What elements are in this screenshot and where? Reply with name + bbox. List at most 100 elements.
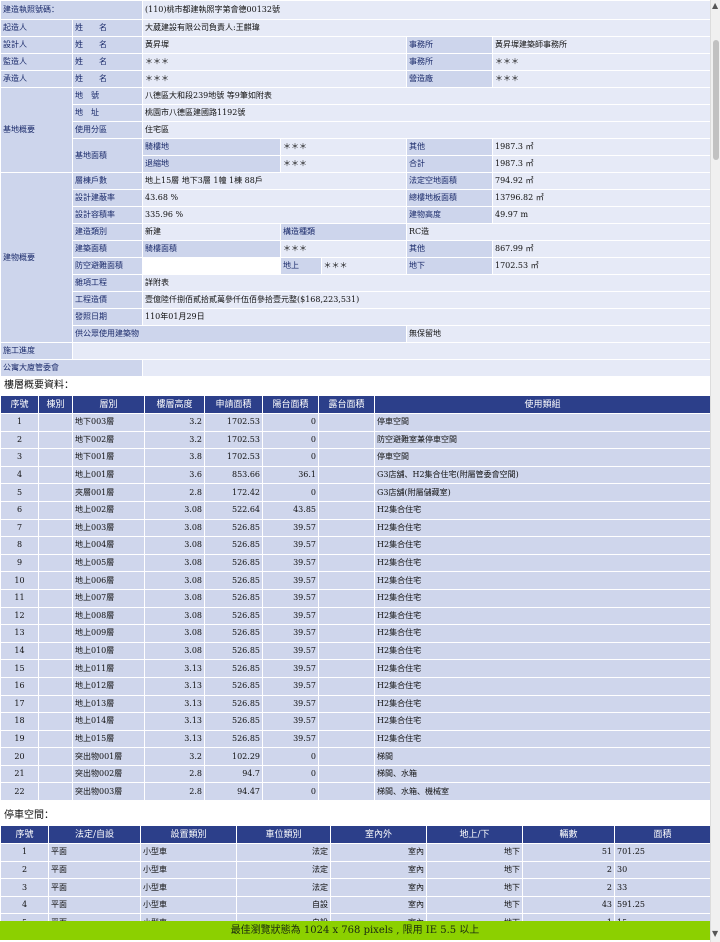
floors-cell-floor: 地上009層 <box>72 624 145 643</box>
floors-cell-area: 526.85 <box>204 641 263 661</box>
floors-cell-no: 2 <box>0 430 39 450</box>
floors-header-terrace: 露台面積 <box>318 395 375 414</box>
contractor-office: ＊＊＊ <box>491 70 712 88</box>
floors-cell-terrace <box>318 413 375 432</box>
parking-cell-level: 地下 <box>426 843 523 862</box>
parking-cell-indoor: 室內 <box>330 895 427 915</box>
floors-cell-use: G3店舖(附屬儲藏室) <box>374 483 711 502</box>
site-area-label: 基地面積 <box>72 138 143 173</box>
floors-cell-balcony: 39.57 <box>262 641 319 661</box>
far-label: 設計容積率 <box>72 206 143 224</box>
designer-label: 設計人 <box>0 36 73 54</box>
floors-cell-no: 3 <box>0 448 39 467</box>
building-section-label: 建物概要 <box>0 172 73 343</box>
floors-cell-floor: 地下003層 <box>72 413 145 432</box>
floors-row: 14 地上010層 3.08 526.85 39.57 H2集合住宅 <box>0 641 711 661</box>
parking-cell-count: 43 <box>522 895 615 915</box>
floors-cell-use: H2集合住宅 <box>374 676 711 696</box>
floor-area-label: 總樓地板面積 <box>406 189 493 207</box>
floors-row: 16 地上012層 3.13 526.85 39.57 H2集合住宅 <box>0 676 711 696</box>
floors-cell-use: 梯間 <box>374 747 711 766</box>
committee-value <box>141 359 712 377</box>
floors-cell-building <box>38 764 73 784</box>
committee-label: 公寓大廈管委會 <box>0 359 143 377</box>
cost-label: 工程造價 <box>72 291 143 309</box>
parking-cell-legal: 平面 <box>48 878 141 897</box>
floors-cell-no: 5 <box>0 483 39 502</box>
public-use-label: 供公眾使用建築物 <box>72 325 407 343</box>
building-area-label: 建築面積 <box>72 240 143 258</box>
parking-header-space-type: 車位類別 <box>236 825 331 845</box>
floors-cell-building <box>38 729 73 749</box>
supervisor-name-label: 姓 名 <box>72 53 143 71</box>
build-type-value: 新建 <box>142 223 281 241</box>
parking-cell-indoor: 室內 <box>330 860 427 880</box>
floors-cell-building <box>38 747 73 766</box>
floors-cell-height: 3.08 <box>144 536 205 555</box>
floors-cell-use: H2集合住宅 <box>374 500 711 520</box>
units-label: 層棟戶數 <box>72 172 143 190</box>
floors-cell-balcony: 0 <box>262 747 319 766</box>
floors-header-balcony: 陽台面積 <box>262 395 319 414</box>
floors-header-area: 申請面積 <box>204 395 263 414</box>
floors-cell-balcony: 39.57 <box>262 606 319 626</box>
height-value: 49.97 m <box>491 206 712 224</box>
progress-value <box>71 342 712 360</box>
site-zone-value: 住宅區 <box>141 121 712 139</box>
scroll-up-icon[interactable]: ▲ <box>712 2 718 10</box>
parking-cell-category: 小型車 <box>140 843 237 862</box>
site-total-label: 合計 <box>406 155 493 173</box>
floors-row: 1 地下003層 3.2 1702.53 0 停車空間 <box>0 413 711 432</box>
floors-cell-use: H2集合住宅 <box>374 606 711 626</box>
page: 建造執照號碼： (110)桃市都建執照字第會德00132號 起造人 姓 名 大葳… <box>0 0 712 933</box>
floors-cell-no: 7 <box>0 518 39 538</box>
scrollbar-thumb[interactable] <box>713 40 719 160</box>
site-lot-label: 地 號 <box>72 87 143 105</box>
floors-row: 3 地下001層 3.8 1702.53 0 停車空間 <box>0 448 711 467</box>
floors-cell-height: 3.6 <box>144 465 205 485</box>
floors-cell-floor: 地上014層 <box>72 712 145 731</box>
site-arcade-value: ＊＊＊ <box>280 138 407 156</box>
floors-cell-terrace <box>318 571 375 590</box>
floors-cell-terrace <box>318 659 375 678</box>
parking-row: 2 平面 小型車 法定 室內 地下 2 30 <box>0 860 711 880</box>
shelter-above-value: ＊＊＊ <box>321 258 406 274</box>
floors-cell-building <box>38 500 73 520</box>
misc-value: 詳附表 <box>141 274 712 292</box>
site-zone-label: 使用分區 <box>72 121 143 139</box>
floors-row: 17 地上013層 3.13 526.85 39.57 H2集合住宅 <box>0 694 711 714</box>
scroll-down-icon[interactable]: ▼ <box>712 930 718 938</box>
scrollbar[interactable]: ▲ ▼ <box>710 0 720 942</box>
floors-cell-height: 3.08 <box>144 641 205 661</box>
site-address-label: 地 址 <box>72 104 143 122</box>
floors-cell-use: H2集合住宅 <box>374 588 711 608</box>
floors-cell-balcony: 0 <box>262 448 319 467</box>
floors-cell-no: 13 <box>0 624 39 643</box>
floors-cell-balcony: 36.1 <box>262 465 319 485</box>
floors-cell-balcony: 39.57 <box>262 729 319 749</box>
floors-row: 7 地上003層 3.08 526.85 39.57 H2集合住宅 <box>0 518 711 538</box>
floors-row: 5 夾層001層 2.8 172.42 0 G3店舖(附屬儲藏室) <box>0 483 711 502</box>
coverage-label: 設計建蔽率 <box>72 189 143 207</box>
floors-header-building: 棟別 <box>38 395 73 414</box>
floors-cell-no: 4 <box>0 465 39 485</box>
parking-cell-space-type: 法定 <box>236 878 331 897</box>
floors-cell-balcony: 39.57 <box>262 571 319 590</box>
floors-cell-height: 2.8 <box>144 782 205 802</box>
floors-cell-balcony: 39.57 <box>262 518 319 538</box>
open-space-value: 794.92 ㎡ <box>491 172 712 190</box>
parking-cell-no: 3 <box>0 878 49 897</box>
parking-header-indoor: 室內外 <box>330 825 427 845</box>
parking-header-level: 地上/下 <box>426 825 523 845</box>
floors-cell-area: 526.85 <box>204 729 263 749</box>
shelter-below-label: 地下 <box>406 257 493 275</box>
parking-cell-legal: 平面 <box>48 895 141 915</box>
parking-header-legal: 法定/自設 <box>48 825 141 845</box>
floors-cell-no: 16 <box>0 676 39 696</box>
parking-cell-no: 2 <box>0 860 49 880</box>
floors-cell-terrace <box>318 500 375 520</box>
floors-cell-building <box>38 413 73 432</box>
floors-cell-balcony: 39.57 <box>262 588 319 608</box>
floors-cell-use: H2集合住宅 <box>374 624 711 643</box>
site-other-label: 其他 <box>406 138 493 156</box>
